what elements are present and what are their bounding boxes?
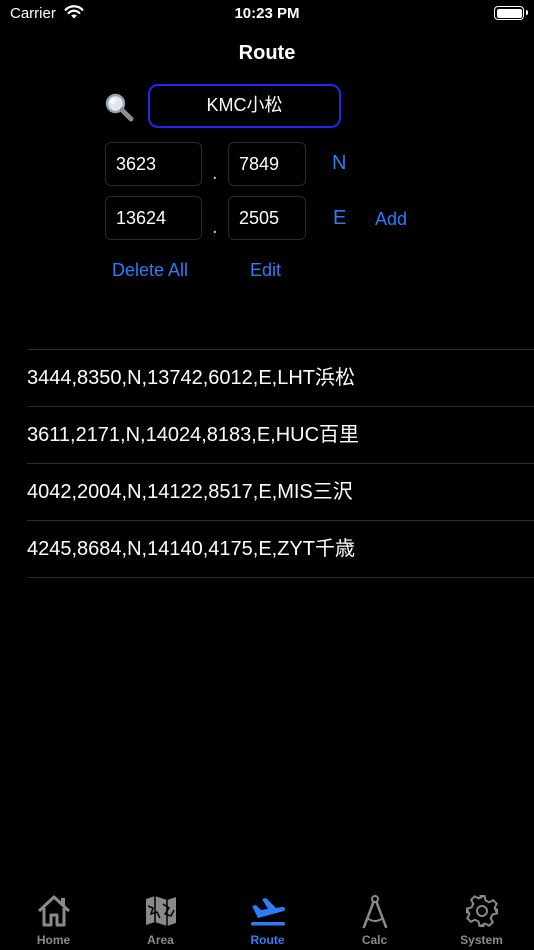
- route-list-item[interactable]: 4245,8684,N,14140,4175,E,ZYT千歳: [27, 521, 534, 578]
- latitude-separator: .: [212, 162, 218, 184]
- compass-icon: [362, 895, 387, 929]
- route-list-item[interactable]: 3611,2171,N,14024,8183,E,HUC百里: [27, 407, 534, 464]
- tab-home[interactable]: Home: [0, 884, 107, 950]
- edit-button[interactable]: Edit: [250, 260, 281, 281]
- clock-time: 10:23 PM: [234, 5, 300, 22]
- search-icon[interactable]: [104, 92, 134, 122]
- add-button[interactable]: Add: [375, 209, 407, 230]
- gear-icon: [465, 895, 498, 927]
- tab-calc[interactable]: Calc: [321, 884, 428, 950]
- longitude-separator: .: [212, 216, 218, 238]
- route-list-item[interactable]: 3444,8350,N,13742,6012,E,LHT浜松: [27, 350, 534, 407]
- latitude-degrees-field[interactable]: 3623: [105, 142, 202, 186]
- latitude-minutes-field[interactable]: 7849: [228, 142, 306, 186]
- battery-icon: [494, 6, 528, 20]
- delete-all-button[interactable]: Delete All: [112, 260, 188, 281]
- route-list: 3444,8350,N,13742,6012,E,LHT浜松 3611,2171…: [27, 349, 534, 578]
- tab-system[interactable]: System: [428, 884, 534, 950]
- airplane-icon: [250, 898, 285, 926]
- tab-bar: Home Area Route Calc System: [0, 884, 534, 950]
- tab-home-label: Home: [36, 933, 71, 947]
- longitude-minutes-field[interactable]: 2505: [228, 196, 306, 240]
- tab-area-label: Area: [147, 933, 174, 947]
- route-list-item[interactable]: 4042,2004,N,14122,8517,E,MIS三沢: [27, 464, 534, 521]
- home-icon: [37, 895, 70, 927]
- longitude-degrees-field[interactable]: 13624: [105, 196, 202, 240]
- tab-system-label: System: [460, 933, 503, 947]
- tab-route-label: Route: [250, 933, 285, 947]
- status-bar: Carrier 10:23 PM: [0, 0, 534, 28]
- tab-route[interactable]: Route: [214, 884, 321, 950]
- longitude-direction-toggle[interactable]: E: [333, 207, 346, 230]
- latitude-direction-toggle[interactable]: N: [332, 152, 346, 175]
- map-icon: [145, 896, 176, 926]
- airport-search-input[interactable]: KMC小松: [148, 84, 341, 128]
- tab-area[interactable]: Area: [107, 884, 214, 950]
- page-title: Route: [238, 42, 296, 64]
- tab-calc-label: Calc: [361, 933, 388, 947]
